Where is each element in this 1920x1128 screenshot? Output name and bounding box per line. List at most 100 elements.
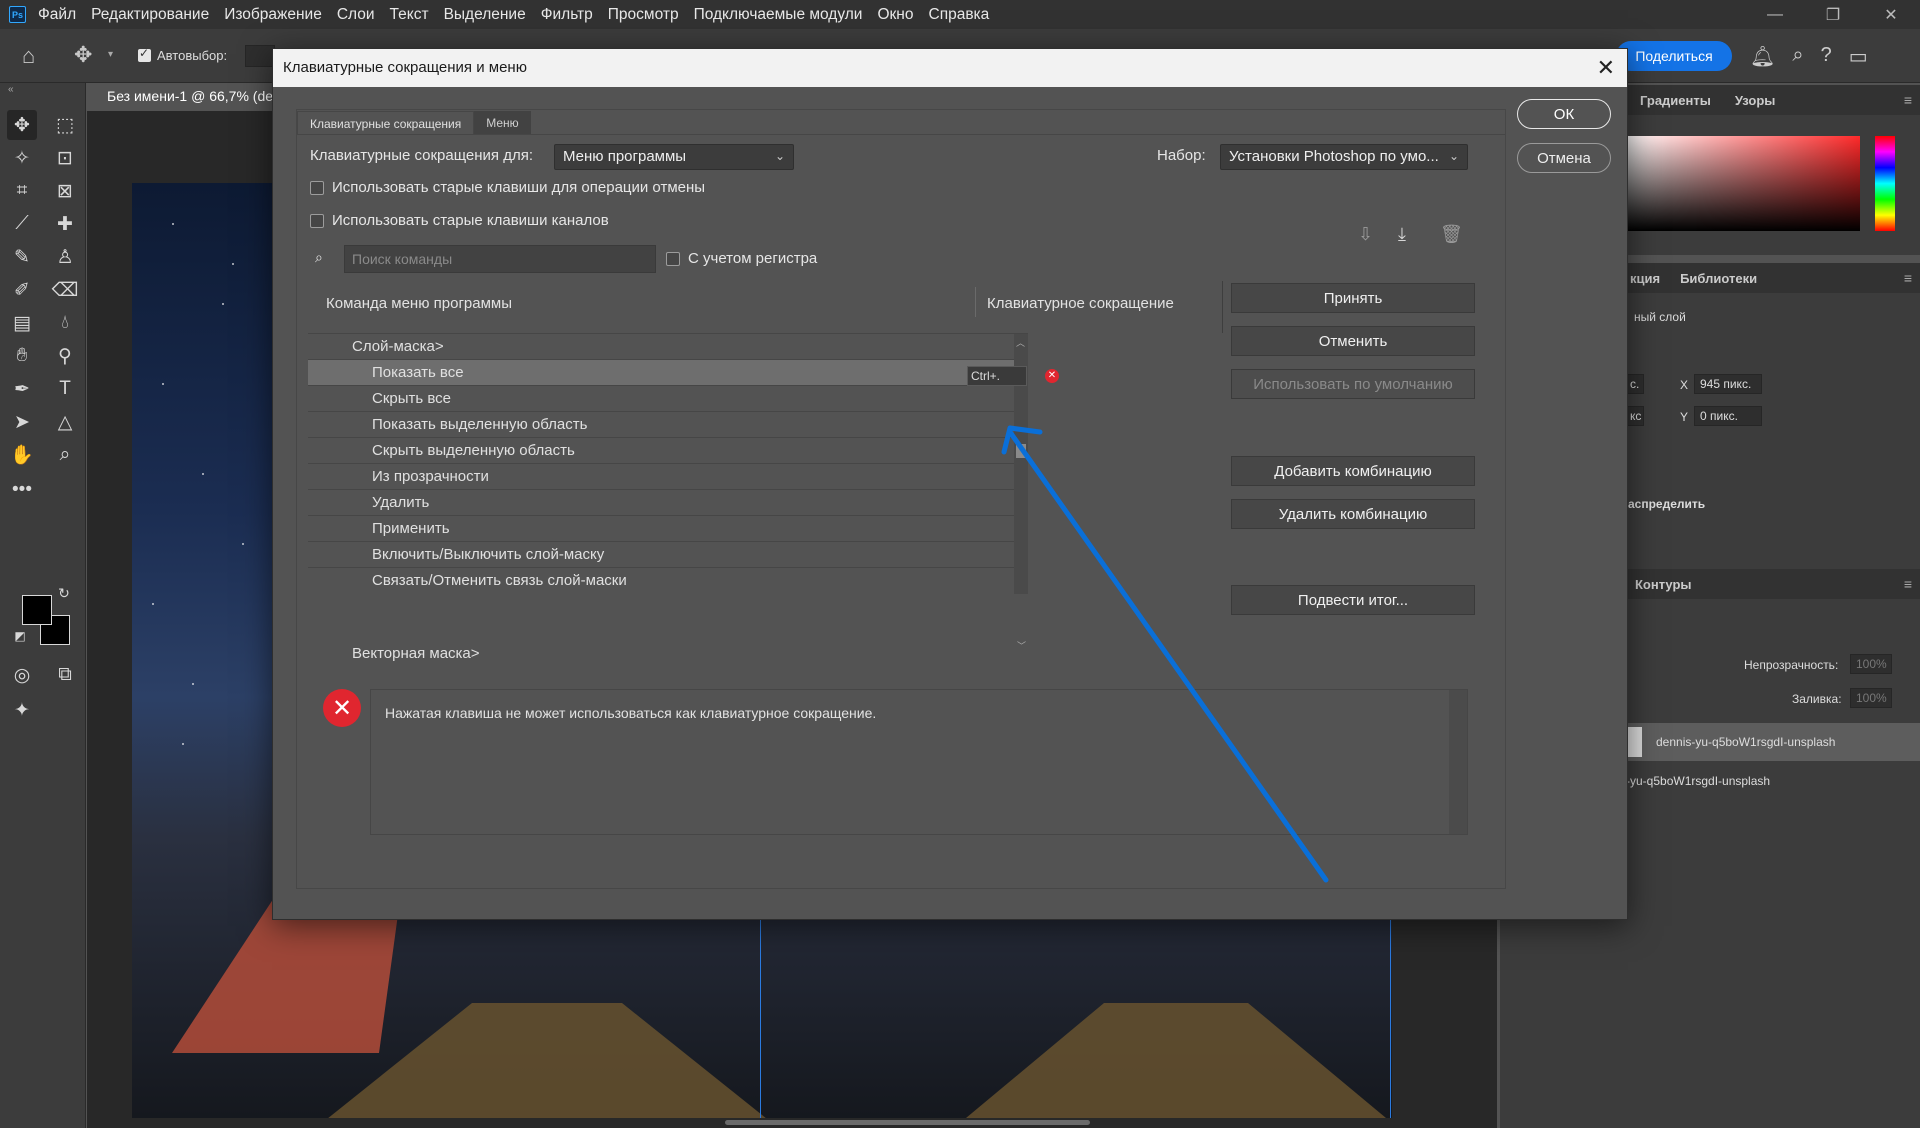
minimize-icon[interactable]: — [1746,0,1804,29]
menu-select[interactable]: Выделение [444,6,526,24]
healing-icon[interactable]: ✚ [50,209,80,239]
home-icon[interactable]: ⌂ [22,43,48,68]
list-item[interactable]: Из прозрачности [308,464,1014,490]
close-icon[interactable]: ✕ [1597,55,1615,81]
scroll-down-icon[interactable]: ﹀ [1017,639,1026,652]
delete-shortcut-button[interactable]: Удалить комбинацию [1231,499,1475,529]
tab-gradients[interactable]: Градиенты [1640,93,1711,108]
menu-help[interactable]: Справка [929,6,990,24]
menu-edit[interactable]: Редактирование [91,6,209,24]
close-window-icon[interactable]: ✕ [1862,0,1920,29]
search-input[interactable]: Поиск команды [344,245,656,273]
remove-shortcut-icon[interactable]: ✕ [1045,369,1059,383]
menu-window[interactable]: Окно [877,6,913,24]
move-tool-icon[interactable]: ✥ [74,42,92,68]
quick-mask-icon[interactable]: ◎ [7,660,37,690]
document-tab[interactable]: Без имени-1 @ 66,7% (de [87,83,287,111]
hand-icon[interactable]: ✋ [7,440,37,470]
search-icon[interactable]: ⌕ [1792,44,1803,69]
restore-icon[interactable]: ❐ [1804,0,1862,29]
cancel-button[interactable]: Отмена [1517,143,1611,173]
marquee-icon[interactable]: ⬚ [50,110,80,140]
workspace-icon[interactable]: ▭ [1849,44,1868,69]
undo-button[interactable]: Отменить [1231,326,1475,356]
list-item[interactable]: Векторная маска> [308,641,1014,667]
path-select-icon[interactable]: ➤ [7,407,37,437]
panel-menu-icon[interactable]: ≡ [1904,92,1912,108]
color-picker-field[interactable] [1626,136,1860,231]
new-set-icon[interactable]: ⤓ [1398,224,1406,245]
list-item[interactable]: Скрыть все [308,386,1014,412]
tab-paths[interactable]: Контуры [1635,577,1692,592]
shortcut-input[interactable]: Ctrl+. [967,366,1027,386]
legacy-channels-checkbox[interactable] [310,214,324,228]
menu-image[interactable]: Изображение [224,6,322,24]
chevron-down-icon[interactable]: ▾ [108,49,113,60]
brush-icon[interactable]: ✎ [7,242,37,272]
menu-layers[interactable]: Слои [337,6,375,24]
type-icon[interactable]: T [50,374,80,404]
collapse-icon[interactable]: « [8,84,14,95]
gradient-icon[interactable]: ▤ [7,308,37,338]
menu-file[interactable]: Файл [38,6,76,24]
y-field[interactable]: 0 пикс. [1694,406,1762,426]
eyedropper-icon[interactable]: ⟋ [7,209,37,239]
list-item[interactable]: Удалить [308,490,1014,516]
menu-filter[interactable]: Фильтр [541,6,593,24]
add-shortcut-button[interactable]: Добавить комбинацию [1231,456,1475,486]
list-item[interactable]: Связать/Отменить связь слой-маски [308,568,1014,594]
x-field[interactable]: 945 пикс. [1694,374,1762,394]
shortcuts-for-select[interactable]: Меню программы ⌄ [554,144,794,170]
frame-icon[interactable]: ⊠ [50,176,80,206]
list-item[interactable]: Скрыть выделенную область [308,438,1014,464]
trash-icon[interactable]: 🗑︎ [1440,224,1463,245]
column-shortcut[interactable]: Клавиатурное сокращение [987,295,1174,312]
list-item[interactable]: Слой-маска> [308,334,1014,360]
tab-patterns[interactable]: Узоры [1735,93,1776,108]
save-set-icon[interactable]: ⇩ [1358,224,1373,245]
tab-menus[interactable]: Меню [474,111,531,135]
set-select[interactable]: Установки Photoshop по умо... ⌄ [1220,144,1468,170]
swap-colors-icon[interactable]: ↻ [54,583,74,603]
summarize-button[interactable]: Подвести итог... [1231,585,1475,615]
crop-icon[interactable]: ⌗ [7,176,37,206]
tab-properties[interactable]: кция [1630,271,1660,286]
hue-slider[interactable] [1875,136,1895,231]
zoom-icon[interactable]: ⌕ [50,440,80,470]
list-item[interactable]: Применить [308,516,1014,542]
screen-mode-icon[interactable]: ⧉ [50,660,80,690]
scroll-up-icon[interactable]: ︿ [1016,336,1025,349]
eraser-icon[interactable]: ⌫ [50,275,80,305]
help-icon[interactable]: ? [1821,44,1832,69]
foreground-color-swatch[interactable] [22,595,52,625]
more-tools-icon[interactable]: ••• [7,475,37,505]
auto-select-checkbox[interactable]: Автовыбор: [138,46,227,63]
generative-icon[interactable]: ✦ [7,695,37,725]
horizontal-scrollbar[interactable] [725,1120,1090,1125]
scroll-thumb[interactable] [1016,444,1026,458]
lasso-icon[interactable]: ✧ [7,143,37,173]
list-item[interactable]: Показать выделенную область [308,412,1014,438]
menu-view[interactable]: Просмотр [608,6,679,24]
blur-icon[interactable]: 💧︎ [50,308,80,338]
layer-row[interactable]: s-yu-q5boW1rsgdI-unsplash [1620,762,1920,800]
fill-field[interactable]: 100% [1850,688,1892,708]
menu-type[interactable]: Текст [390,6,429,24]
panel-menu-icon[interactable]: ≡ [1904,576,1912,592]
zoom-lens-icon[interactable]: ⚲ [50,341,80,371]
layer-row[interactable]: dennis-yu-q5boW1rsgdI-unsplash [1620,723,1920,761]
menu-plugins[interactable]: Подключаемые модули [694,6,863,24]
opacity-field[interactable]: 100% [1850,654,1892,674]
shape-icon[interactable]: △ [50,407,80,437]
accept-button[interactable]: Принять [1231,283,1475,313]
pen-icon[interactable]: ✒ [7,374,37,404]
list-item[interactable]: Включить/Выключить слой-маску [308,542,1014,568]
ok-button[interactable]: ОК [1517,99,1611,129]
match-case-checkbox[interactable] [666,252,680,266]
column-command[interactable]: Команда меню программы [326,295,512,312]
auto-select-dropdown[interactable] [245,45,275,67]
object-select-icon[interactable]: ⊡ [50,143,80,173]
stamp-icon[interactable]: ♙ [50,242,80,272]
history-brush-icon[interactable]: ✐ [7,275,37,305]
tab-keyboard-shortcuts[interactable]: Клавиатурные сокращения [297,111,475,135]
